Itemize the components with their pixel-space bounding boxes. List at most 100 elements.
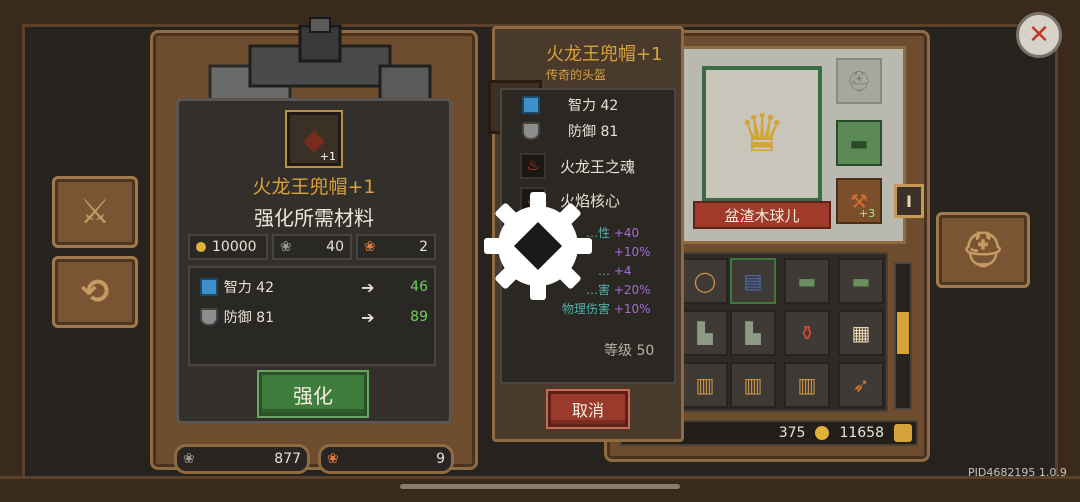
tooltip-level: 等级 50 <box>604 343 655 359</box>
tooltip-gem-row: ♨ 火龙王之魂 <box>520 152 635 180</box>
arrow-right-icon: ➔ <box>361 307 375 327</box>
equip-sidebar-tab[interactable]: I <box>894 184 924 218</box>
tooltip-item-name: 火龙王兜帽+1 <box>546 44 663 65</box>
inventory-slot[interactable]: ▥ <box>730 362 776 408</box>
stat-new-value: 89 <box>410 309 428 325</box>
gold-coin-icon <box>815 426 830 440</box>
scroll-bundle-icon: ▥ <box>695 373 715 397</box>
inventory-slot[interactable]: ➶ <box>838 362 884 408</box>
upgrade-button[interactable]: 强化 <box>259 372 367 416</box>
inventory-slot[interactable]: ▙ <box>682 310 728 356</box>
ring-icon: ◯ <box>693 269 717 293</box>
fire-soul-icon: ♨ <box>520 153 546 179</box>
defense-icon <box>522 122 540 140</box>
anvil-decoration <box>190 16 440 108</box>
intelligence-icon <box>200 278 218 296</box>
home-indicator <box>400 484 680 489</box>
material2-count-value: 9 <box>436 451 445 467</box>
inventory-slot[interactable]: ▙ <box>730 310 776 356</box>
book-icon: ▤ <box>743 269 763 293</box>
character-avatar: ♛ <box>738 104 786 164</box>
crystal-material-icon: ❀ <box>280 239 292 255</box>
defense-icon <box>200 308 218 326</box>
inventory-slot[interactable]: ▥ <box>784 362 830 408</box>
intelligence-icon <box>522 96 540 114</box>
inventory-slot[interactable]: ▬ <box>784 258 830 304</box>
inventory-slot[interactable]: ▥ <box>682 362 728 408</box>
tooltip-rarity: 传奇的头盔 <box>546 68 607 82</box>
menu-grid-icon[interactable] <box>894 424 912 442</box>
tooltip-stat-row: 防御 81 <box>522 118 618 144</box>
helmet-slot-empty[interactable]: ⛑ <box>836 58 882 104</box>
tooltip-stat-row: 智力 42 <box>522 92 618 118</box>
tooltip-stat-label: 智力 42 <box>568 98 619 114</box>
reforge-tab-button[interactable]: ⟲ <box>52 256 138 328</box>
bookmark-icon: I <box>906 191 912 211</box>
material2-cost-cell: ❀ 2 <box>356 234 436 260</box>
fire-material-icon: ❀ <box>327 451 339 467</box>
potion-icon: ⚱ <box>798 321 816 345</box>
gold-coin-icon <box>196 242 206 252</box>
gold-cost-value: 10000 <box>212 239 257 255</box>
upgrade-tab-button[interactable]: ⚔ <box>52 176 138 248</box>
close-button[interactable]: ✕ <box>1016 12 1062 58</box>
scroll-icon: ▦ <box>851 321 871 345</box>
helmet-tab-button[interactable]: ⛑ <box>936 212 1030 288</box>
material1-count-value: 877 <box>274 451 301 467</box>
loading-gear-icon <box>478 186 598 306</box>
carrot-icon: ➶ <box>852 373 870 397</box>
inventory-slot[interactable]: ▦ <box>838 310 884 356</box>
material2-cost-value: 2 <box>419 239 428 255</box>
gold-count-value: 11658 <box>839 425 884 441</box>
scrollbar-thumb[interactable] <box>897 312 909 354</box>
upgrade-item-name: 火龙王兜帽+1 <box>252 176 376 198</box>
upgrade-stat-row: 防御 81 ➔ 89 <box>200 304 428 330</box>
bonus-value: +10% <box>613 302 651 316</box>
stat-label: 防御 81 <box>223 310 274 326</box>
bonus-value: +4 <box>613 264 632 278</box>
item-level-badge: +1 <box>319 150 336 163</box>
bonus-value: +10% <box>613 245 651 259</box>
character-portrait: ♛ <box>702 66 822 202</box>
inventory-slot[interactable]: ▤ <box>730 258 776 304</box>
inventory-slot[interactable]: ▬ <box>838 258 884 304</box>
cancel-button[interactable]: 取消 <box>548 391 628 427</box>
material2-count-cell: ❀ 9 <box>318 444 454 474</box>
inventory-slot[interactable]: ⚱ <box>784 310 830 356</box>
material1-count-cell: ❀ 877 <box>174 444 310 474</box>
green-hat-icon: ▬ <box>797 269 817 293</box>
bonus-value: +20% <box>613 283 651 297</box>
crystal-material-icon: ❀ <box>183 451 195 467</box>
character-name-banner: 盆渣木球儿 <box>693 201 831 229</box>
material1-cost-cell: ❀ 40 <box>272 234 352 260</box>
weapon-slot[interactable]: ⚒ +3 <box>836 178 882 224</box>
green-hat-icon: ▬ <box>851 269 871 293</box>
inventory-scrollbar[interactable] <box>894 262 912 410</box>
upgrade-item-slot[interactable]: ◆ +1 <box>287 112 341 166</box>
inventory-slot[interactable]: ◯ <box>682 258 728 304</box>
bottom-frame-bar <box>0 476 1080 502</box>
stat-label: 智力 42 <box>223 280 274 296</box>
gold-cost-cell: 10000 <box>188 234 268 260</box>
helmet-outline-icon: ⛑ <box>846 69 872 93</box>
bonus-value: +40 <box>613 226 640 240</box>
stat-new-value: 46 <box>410 279 428 295</box>
helmet-icon: ⛑ <box>961 230 1005 270</box>
weapon-badge: +3 <box>858 206 876 220</box>
reforge-icon: ⟲ <box>80 272 110 312</box>
close-icon: ✕ <box>1028 20 1050 50</box>
upgrade-stat-row: 智力 42 ➔ 46 <box>200 274 428 300</box>
sword-upgrade-icon: ⚔ <box>79 192 111 232</box>
left-frame-rail <box>0 24 25 476</box>
boots-icon: ▙ <box>745 321 761 345</box>
scroll-bundle-icon: ▥ <box>743 373 763 397</box>
upgrade-materials-title: 强化所需材料 <box>254 206 374 230</box>
scroll-bundle-icon: ▥ <box>797 373 817 397</box>
gem-count-value: 375 <box>778 425 806 441</box>
tooltip-gem-label: 火龙王之魂 <box>560 157 636 176</box>
fire-material-icon: ❀ <box>364 239 376 255</box>
version-text: PID4682195 1.0.9 <box>968 466 1067 479</box>
right-frame-rail <box>1055 24 1080 476</box>
armor-slot[interactable]: ▬ <box>836 120 882 166</box>
green-helmet-icon: ▬ <box>849 131 869 155</box>
